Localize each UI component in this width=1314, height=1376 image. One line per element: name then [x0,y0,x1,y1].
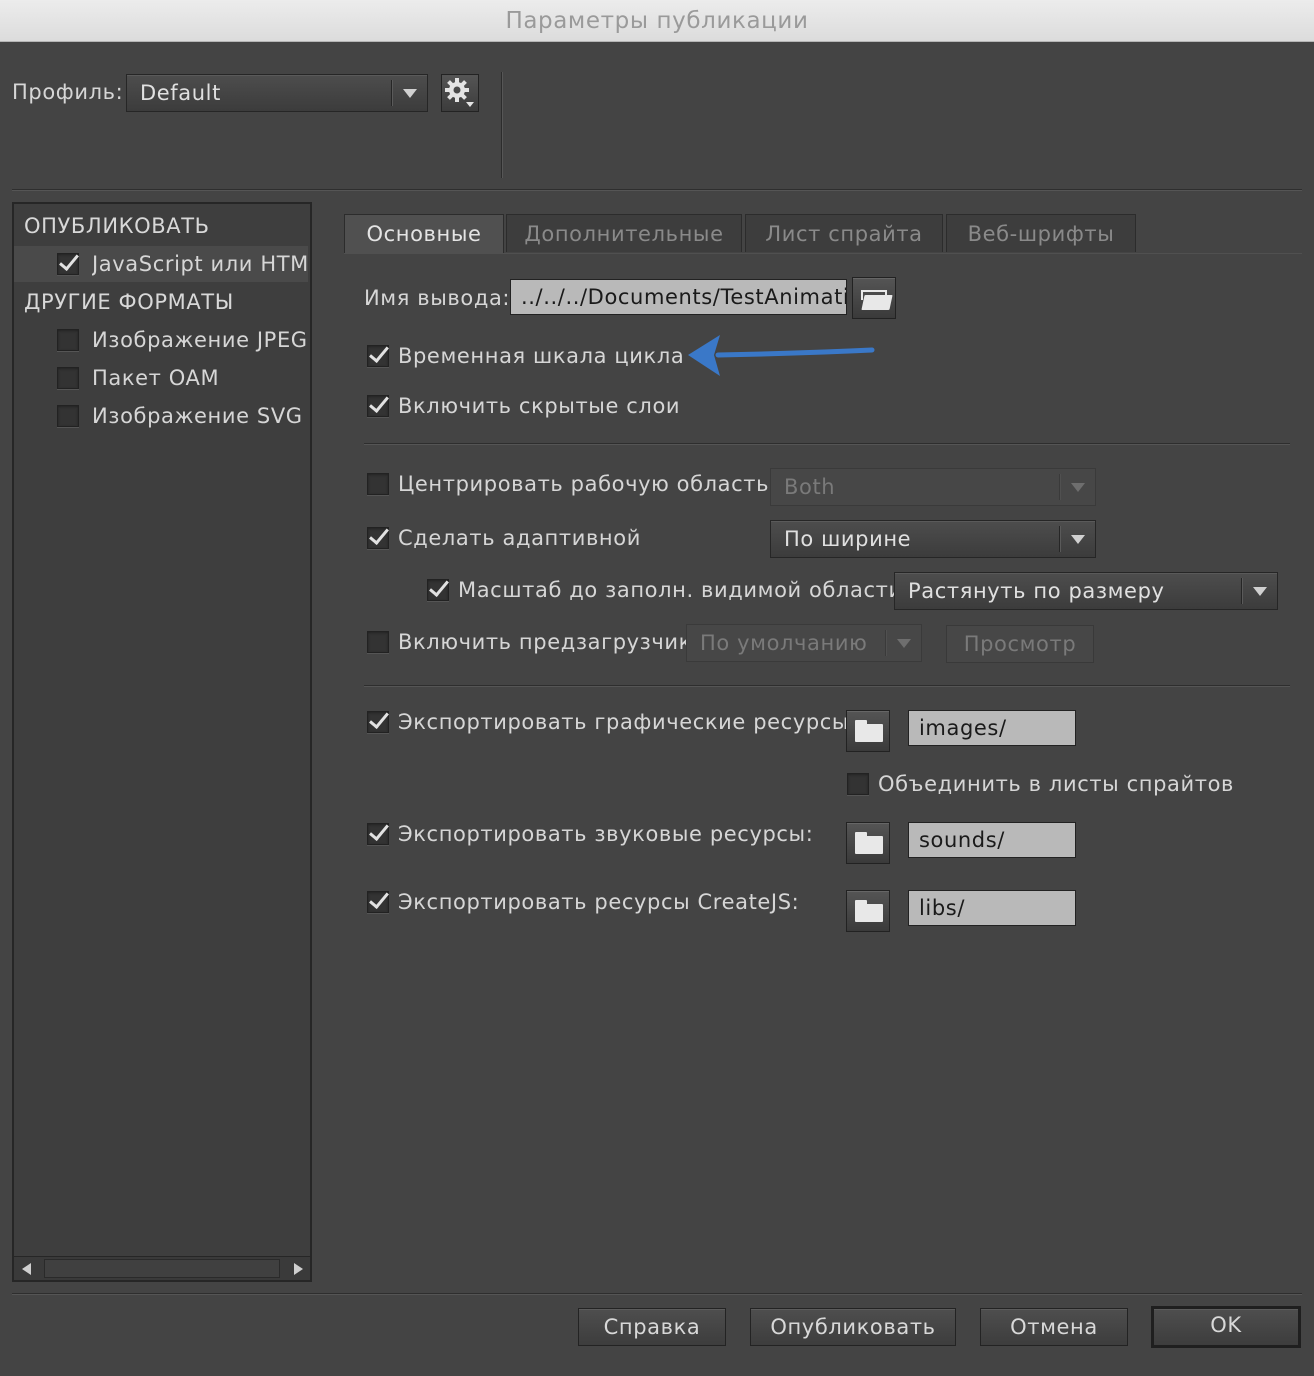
createjs-path-input[interactable]: libs/ [908,890,1076,926]
preloader-label: Включить предзагрузчик [398,630,692,654]
responsive-value: По ширине [784,527,912,551]
output-browse-button[interactable] [852,277,896,319]
gear-icon [445,78,474,107]
tab-underline [344,253,1302,254]
scroll-left-icon[interactable] [22,1263,31,1275]
oam-label: Пакет OAM [92,366,220,390]
jpeg-checkbox[interactable] [57,329,79,351]
loop-timeline-label: Временная шкала цикла [398,344,685,368]
chevron-down-icon [1071,483,1085,492]
center-stage-value: Both [784,475,836,499]
responsive-label: Сделать адаптивной [398,526,641,550]
scroll-right-icon[interactable] [294,1263,303,1275]
chevron-down-icon [897,639,911,648]
svg-label: Изображение SVG [92,404,303,428]
preloader-checkbox[interactable] [367,631,389,653]
header-separator [12,189,1302,190]
output-name-input[interactable]: ../../../Documents/TestAnimation [510,279,847,315]
export-sounds-label: Экспортировать звуковые ресурсы: [398,822,814,846]
chevron-down-icon [403,89,417,98]
publish-button[interactable]: Опубликовать [750,1308,956,1346]
sounds-path-input[interactable]: sounds/ [908,822,1076,858]
export-createjs-label: Экспортировать ресурсы CreateJS: [398,890,800,914]
scale-select[interactable]: Растянуть по размеру [894,572,1278,610]
responsive-checkbox[interactable] [367,527,389,549]
javascript-html-label: JavaScript или HTML [92,252,310,276]
center-stage-checkbox[interactable] [367,473,389,495]
images-path-input[interactable]: images/ [908,710,1076,746]
center-stage-label: Центрировать рабочую область [398,472,770,496]
combine-sprites-label: Объединить в листы спрайтов [878,772,1235,796]
center-stage-select[interactable]: Both [770,468,1096,506]
javascript-html-checkbox[interactable] [57,253,79,275]
scale-checkbox[interactable] [427,579,449,601]
combine-sprites-checkbox[interactable] [847,773,869,795]
responsive-select[interactable]: По ширине [770,520,1096,558]
cancel-button[interactable]: Отмена [980,1308,1128,1346]
sounds-browse-button[interactable] [846,822,890,864]
profile-select[interactable]: Default [126,74,428,112]
footer-separator [12,1293,1302,1294]
window-title: Параметры публикации [0,0,1314,42]
include-hidden-checkbox[interactable] [367,395,389,417]
scale-value: Растянуть по размеру [908,579,1165,603]
tab-sprite-sheet[interactable]: Лист спрайта [745,214,943,252]
preview-button[interactable]: Просмотр [946,625,1094,663]
preloader-select[interactable]: По умолчанию [686,624,922,662]
scroll-thumb[interactable] [44,1259,280,1278]
profile-select-value: Default [140,81,221,105]
createjs-browse-button[interactable] [846,890,890,932]
preloader-value: По умолчанию [700,631,868,655]
tab-advanced[interactable]: Дополнительные [506,214,742,252]
loop-timeline-checkbox[interactable] [367,345,389,367]
export-createjs-checkbox[interactable] [367,891,389,913]
images-browse-button[interactable] [846,710,890,752]
chevron-down-icon [1071,535,1085,544]
profile-label: Профиль: [12,80,124,104]
export-sounds-checkbox[interactable] [367,823,389,845]
profile-settings-button[interactable] [441,74,479,112]
tab-web-fonts[interactable]: Веб-шрифты [946,214,1136,252]
include-hidden-label: Включить скрытые слои [398,394,681,418]
annotation-arrow-icon [688,335,875,376]
tab-basic[interactable]: Основные [344,214,504,254]
format-list-scrollbar[interactable] [14,1256,310,1280]
format-list-panel [12,202,312,1282]
ok-button[interactable]: OK [1151,1306,1301,1348]
export-images-checkbox[interactable] [367,711,389,733]
svg-checkbox[interactable] [57,405,79,427]
output-name-label: Имя вывода: [364,286,511,310]
export-images-label: Экспортировать графические ресурсы: [398,710,857,734]
scale-label: Масштаб до заполн. видимой области [458,578,903,602]
other-formats-heading: ДРУГИЕ ФОРМАТЫ [24,290,234,314]
section-separator-2 [364,685,1290,686]
header-divider [501,72,502,178]
help-button[interactable]: Справка [578,1308,726,1346]
oam-checkbox[interactable] [57,367,79,389]
publish-heading: ОПУБЛИКОВАТЬ [24,214,210,238]
section-separator-1 [364,443,1290,444]
jpeg-label: Изображение JPEG [92,328,308,352]
chevron-down-icon [1253,587,1267,596]
